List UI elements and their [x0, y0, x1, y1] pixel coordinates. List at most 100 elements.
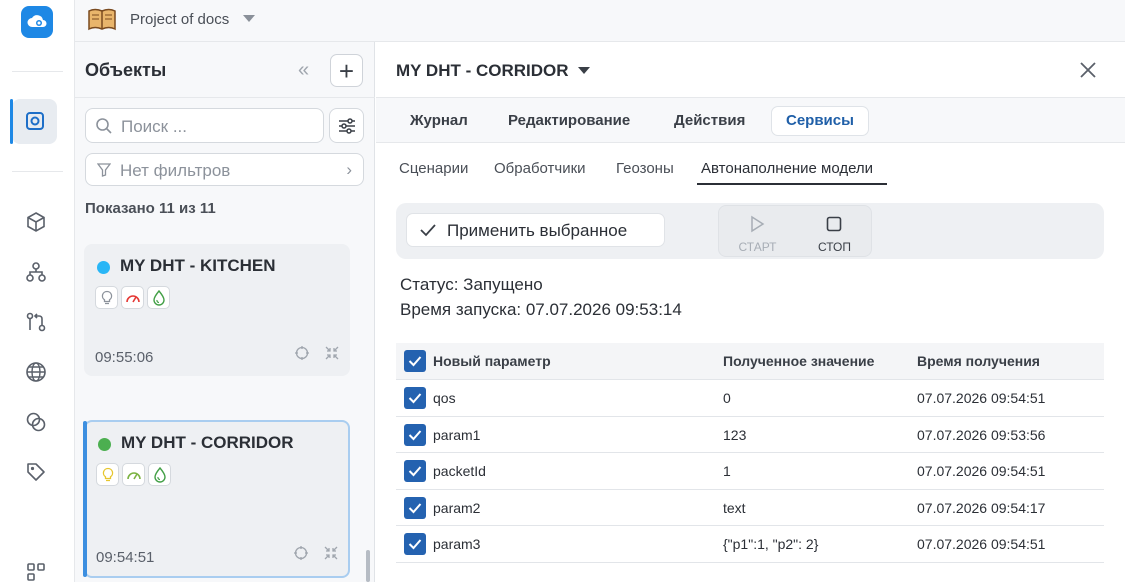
param-value: 123 — [723, 426, 747, 443]
tab-services[interactable]: Сервисы — [771, 106, 869, 136]
param-value: 1 — [723, 463, 731, 479]
stop-button[interactable]: СТОП — [796, 212, 873, 256]
humidity-drop-icon — [148, 463, 171, 486]
table-row: packetId 1 07.07.2026 09:54:51 — [396, 453, 1104, 490]
rail-divider — [12, 71, 63, 72]
search-icon — [95, 117, 113, 140]
params-table: Новый параметр Полученное значение Время… — [396, 343, 1104, 563]
locate-icon[interactable] — [293, 545, 309, 566]
subtab-autofill-model[interactable]: Автонаполнение модели — [701, 160, 873, 177]
service-start-time: Время запуска: 07.07.2026 09:53:14 — [400, 300, 682, 319]
play-icon — [748, 215, 766, 238]
status-dot — [97, 261, 110, 274]
filter-settings-button[interactable] — [329, 108, 364, 143]
object-name: MY DHT - CORRIDOR — [121, 433, 294, 452]
project-name[interactable]: Project of docs — [130, 11, 229, 28]
header-time: Время получения — [917, 353, 1040, 369]
book-icon — [87, 7, 117, 38]
globe-icon[interactable] — [22, 358, 50, 386]
start-label: СТАРТ — [738, 240, 777, 254]
param-name: param1 — [433, 426, 481, 443]
stop-icon — [825, 215, 843, 238]
add-object-button[interactable]: + — [330, 54, 363, 87]
row-checkbox[interactable] — [404, 496, 426, 519]
funnel-icon — [96, 163, 112, 182]
scrollbar-thumb[interactable] — [366, 550, 370, 582]
model-cube-icon[interactable] — [22, 208, 50, 236]
object-card-selected[interactable]: MY DHT - CORRIDOR 09:54:51 — [83, 420, 350, 578]
rail-divider — [12, 171, 63, 172]
param-value: 0 — [723, 390, 731, 406]
header-value: Полученное значение — [723, 353, 875, 369]
table-row: qos 0 07.07.2026 09:54:51 — [396, 380, 1104, 417]
object-time: 09:54:51 — [96, 549, 155, 566]
git-compare-icon[interactable] — [22, 308, 50, 336]
stop-label: СТОП — [817, 240, 852, 254]
row-checkbox[interactable] — [404, 533, 426, 555]
param-value: {"p1":1, "p2": 2} — [723, 536, 819, 552]
row-checkbox[interactable] — [404, 387, 426, 409]
object-card[interactable]: MY DHT - KITCHEN 09:55:06 — [84, 244, 350, 376]
subtab-scenarios[interactable]: Сценарии — [399, 160, 468, 177]
objects-title: Объекты — [85, 60, 167, 80]
sliders-icon — [338, 117, 355, 134]
main-panel: MY DHT - CORRIDOR Журнал Редактирование … — [376, 42, 1125, 582]
project-dropdown-icon[interactable] — [243, 15, 255, 22]
service-status: Статус: Запущено — [400, 275, 543, 294]
subtab-handlers[interactable]: Обработчики — [494, 160, 586, 177]
tab-edit[interactable]: Редактирование — [494, 106, 644, 136]
gauge-icon — [121, 286, 144, 309]
param-value: text — [723, 499, 746, 516]
geozones-icon[interactable] — [22, 408, 50, 436]
table-row: param3 {"p1":1, "p2": 2} 07.07.2026 09:5… — [396, 526, 1104, 563]
filters-selector[interactable]: Нет фильтров › — [85, 153, 364, 186]
param-time: 07.07.2026 09:53:56 — [917, 426, 1046, 443]
collapse-panel-icon[interactable]: « — [298, 59, 309, 82]
object-dropdown-icon[interactable] — [578, 67, 590, 74]
active-subtab-underline — [697, 183, 887, 185]
table-row: param1 123 07.07.2026 09:53:56 — [396, 417, 1104, 453]
gauge-icon — [122, 463, 145, 486]
param-time: 07.07.2026 09:54:17 — [917, 499, 1046, 516]
top-bar: Project of docs — [75, 0, 1125, 42]
tab-journal[interactable]: Журнал — [396, 106, 482, 136]
start-button[interactable]: СТАРТ — [719, 212, 796, 256]
subtab-geozones[interactable]: Геозоны — [616, 160, 674, 177]
param-time: 07.07.2026 09:54:51 — [917, 536, 1046, 552]
apply-selected-label: Применить выбранное — [447, 221, 628, 240]
autofill-toolbar: Применить выбранное СТАРТ СТОП — [396, 203, 1104, 259]
collapse-arrows-icon[interactable] — [324, 345, 340, 366]
apply-selected-button[interactable]: Применить выбранное — [406, 213, 665, 247]
shown-count: Показано 11 из 11 — [85, 200, 216, 217]
param-time: 07.07.2026 09:54:51 — [917, 390, 1046, 406]
header-param: Новый параметр — [433, 353, 551, 369]
row-checkbox[interactable] — [404, 460, 426, 482]
close-icon[interactable] — [1077, 59, 1099, 86]
search-input[interactable]: Поиск ... — [121, 117, 187, 137]
collapse-arrows-icon[interactable] — [323, 545, 339, 566]
tag-icon[interactable] — [22, 458, 50, 486]
main-tabs: Журнал Редактирование Действия Сервисы — [376, 98, 1125, 143]
param-name: packetId — [433, 463, 486, 479]
object-name: MY DHT - KITCHEN — [120, 256, 276, 275]
locate-icon[interactable] — [294, 345, 310, 366]
object-time: 09:55:06 — [95, 349, 154, 366]
row-checkbox[interactable] — [404, 423, 426, 446]
hierarchy-icon[interactable] — [22, 258, 50, 286]
cloud-logo-icon[interactable] — [21, 6, 53, 38]
objects-icon[interactable] — [21, 107, 49, 135]
check-icon — [419, 222, 437, 243]
param-name: qos — [433, 390, 456, 406]
apps-icon[interactable] — [22, 558, 50, 582]
humidity-drop-icon — [147, 286, 170, 309]
no-filters-label: Нет фильтров — [120, 161, 231, 180]
objects-panel: Объекты « + Поиск ... Нет фильтров › Пок… — [75, 42, 375, 582]
table-header: Новый параметр Полученное значение Время… — [396, 343, 1104, 380]
status-dot — [98, 438, 111, 451]
search-field[interactable]: Поиск ... — [85, 108, 324, 143]
param-name: param2 — [433, 499, 481, 516]
select-all-checkbox[interactable] — [404, 350, 426, 372]
tab-actions[interactable]: Действия — [660, 106, 759, 136]
object-title[interactable]: MY DHT - CORRIDOR — [396, 61, 569, 81]
table-row: param2 text 07.07.2026 09:54:17 — [396, 490, 1104, 526]
